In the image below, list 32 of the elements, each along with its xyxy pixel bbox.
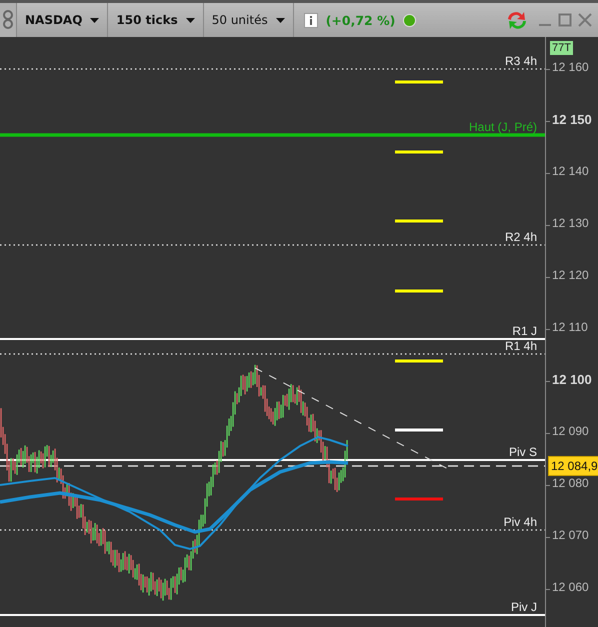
level-label: R1 4h — [504, 339, 537, 353]
tick-count-badge: 77T — [550, 41, 573, 55]
close-icon[interactable] — [578, 13, 592, 27]
level-label: Piv S — [508, 445, 537, 459]
dropdown[interactable]: 150 ticks — [108, 3, 204, 37]
axis-label: 12 110 — [552, 320, 588, 334]
price-badge: 12 084,9 — [548, 456, 598, 476]
level-label: Piv J — [510, 600, 537, 614]
level-label: R2 4h — [504, 230, 537, 244]
axis-label: 12 090 — [552, 424, 589, 438]
axis-label: 12 120 — [552, 268, 589, 282]
level-label: R1 J — [512, 324, 537, 338]
axis-label: 12 160 — [552, 60, 589, 74]
grip-icon[interactable] — [2, 9, 14, 31]
caret-icon — [276, 18, 285, 22]
level-label: R3 4h — [504, 54, 537, 68]
change-percent: (+0,72 %) — [326, 12, 396, 28]
caret-icon — [90, 18, 100, 22]
level-label: Piv 4h — [504, 515, 537, 529]
axis-label: 12 130 — [552, 216, 589, 230]
axis-label: 12 100 — [552, 372, 592, 387]
info-icon[interactable] — [304, 12, 318, 28]
caret-icon — [186, 18, 195, 22]
axis-label: 12 080 — [552, 476, 589, 490]
axis-label: 12 070 — [552, 528, 589, 542]
dropdown[interactable]: 50 unités — [204, 3, 294, 37]
level-label: Haut (J, Pré) — [468, 120, 537, 134]
maximize-icon[interactable] — [558, 13, 572, 27]
axis-label: 12 140 — [552, 164, 589, 178]
axis-label: 12 060 — [552, 580, 589, 594]
axis-label: 12 150 — [552, 112, 592, 127]
dropdown[interactable]: NASDAQ — [17, 3, 108, 37]
